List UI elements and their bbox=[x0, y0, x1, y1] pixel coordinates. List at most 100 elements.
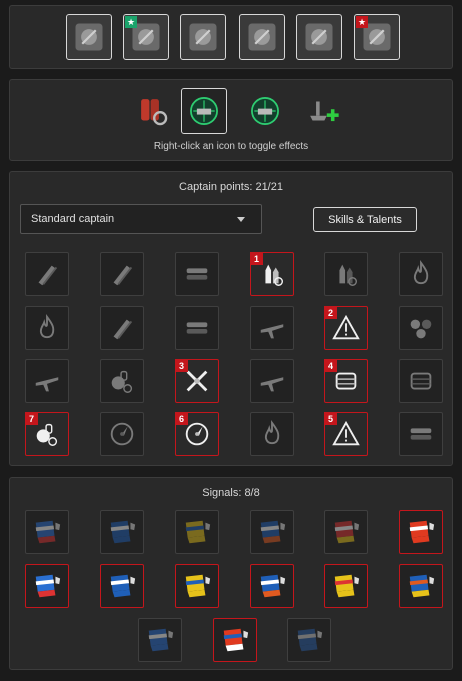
skill-order-badge: 7 bbox=[25, 412, 38, 425]
consumable-slot[interactable] bbox=[242, 88, 288, 134]
skill-slot[interactable] bbox=[399, 252, 443, 296]
hydroacoustic-search-icon bbox=[190, 97, 218, 125]
upgrade-slot[interactable] bbox=[239, 14, 285, 60]
star-icon: ★ bbox=[125, 16, 137, 28]
skill-slot[interactable] bbox=[100, 252, 144, 296]
skill-slot[interactable] bbox=[100, 359, 144, 403]
flag-blue-red-icon bbox=[409, 574, 435, 598]
signal-slot[interactable] bbox=[175, 510, 219, 554]
main-battery-upgrade-icon bbox=[75, 23, 103, 51]
flag-yellow-blue-icon bbox=[185, 520, 211, 544]
flag-blue-grey-icon bbox=[297, 628, 323, 652]
torpedo-armament-icon bbox=[410, 428, 432, 440]
consumable-specialist-icon bbox=[111, 370, 133, 393]
signals-panel: Signals: 8/8 bbox=[9, 477, 453, 670]
skill-slot[interactable] bbox=[250, 306, 294, 350]
upgrade-slot[interactable] bbox=[180, 14, 226, 60]
consumable-slot[interactable] bbox=[181, 88, 227, 134]
skill-slot[interactable] bbox=[250, 412, 294, 456]
signal-slot[interactable] bbox=[324, 564, 368, 608]
upgrade-slot[interactable]: ★ bbox=[354, 14, 400, 60]
signal-slot[interactable] bbox=[399, 510, 443, 554]
skill-slot[interactable] bbox=[175, 306, 219, 350]
concealment-icon bbox=[110, 422, 134, 446]
flag-red-diagonal-icon bbox=[334, 520, 360, 544]
captain-select[interactable]: Standard captain bbox=[20, 204, 262, 234]
signal-slot[interactable] bbox=[250, 564, 294, 608]
skill-slot[interactable] bbox=[399, 359, 443, 403]
flag-yellow-red-icon bbox=[334, 574, 360, 598]
skill-slot[interactable] bbox=[250, 359, 294, 403]
flag-checkered-blue-icon bbox=[35, 520, 61, 544]
consumables-hint: Right-click an icon to toggle effects bbox=[153, 141, 309, 152]
skills-talents-button[interactable]: Skills & Talents bbox=[313, 207, 417, 232]
main-battery-reload-icon bbox=[113, 319, 133, 340]
skill-slot[interactable]: 4 bbox=[324, 359, 368, 403]
gun-feeder-icon bbox=[38, 265, 58, 286]
signal-slot[interactable] bbox=[175, 564, 219, 608]
fire-prevention-icon bbox=[39, 313, 55, 339]
aa-defense-icon bbox=[35, 377, 59, 392]
fill-the-tubes-icon bbox=[186, 268, 208, 280]
secondary-gun-icon bbox=[410, 319, 432, 339]
manual-aa-icon bbox=[260, 377, 284, 392]
signal-slot[interactable] bbox=[399, 564, 443, 608]
skill-slot[interactable] bbox=[324, 252, 368, 296]
consumable-slot[interactable] bbox=[130, 88, 176, 134]
signal-slot[interactable] bbox=[213, 618, 257, 662]
upgrade-slot[interactable]: ★ bbox=[123, 14, 169, 60]
inertia-fuse-icon bbox=[339, 264, 358, 286]
skill-slot[interactable] bbox=[25, 306, 69, 350]
flag-blue-saltire-icon bbox=[110, 574, 136, 598]
flag-blue-white-icon bbox=[148, 628, 174, 652]
skill-slot[interactable]: 7 bbox=[25, 412, 69, 456]
signal-slot[interactable] bbox=[287, 618, 331, 662]
ship-hull-icon bbox=[410, 372, 432, 390]
skill-slot[interactable] bbox=[175, 252, 219, 296]
captain-panel: Captain points: 21/21 Standard captain S… bbox=[9, 171, 453, 466]
upgrade-slot[interactable] bbox=[66, 14, 112, 60]
chevron-down-icon bbox=[237, 217, 245, 222]
flag-blue-stripes-icon bbox=[260, 520, 286, 544]
surveillance-radar-icon bbox=[251, 97, 279, 125]
skill-slot[interactable] bbox=[399, 306, 443, 350]
skill-slot[interactable]: 3 bbox=[175, 359, 219, 403]
skill-slot[interactable]: 5 bbox=[324, 412, 368, 456]
skill-slot[interactable] bbox=[399, 412, 443, 456]
skill-slot[interactable] bbox=[100, 306, 144, 350]
grease-the-gears-icon bbox=[113, 265, 133, 286]
signal-slot[interactable] bbox=[250, 510, 294, 554]
consumable-slot[interactable] bbox=[299, 88, 345, 134]
skill-order-badge: 3 bbox=[175, 359, 188, 372]
skill-order-badge: 6 bbox=[175, 412, 188, 425]
aircraft-icon bbox=[260, 324, 284, 339]
skill-slot[interactable] bbox=[25, 359, 69, 403]
signal-slot[interactable] bbox=[324, 510, 368, 554]
damage-control-icon bbox=[141, 99, 168, 126]
skill-slot[interactable]: 6 bbox=[175, 412, 219, 456]
skill-order-badge: 4 bbox=[324, 359, 337, 372]
flag-yellow-blue-icon bbox=[185, 574, 211, 598]
signal-slot[interactable] bbox=[25, 510, 69, 554]
skill-slot[interactable] bbox=[25, 252, 69, 296]
focus-fire-icon bbox=[413, 259, 429, 285]
skill-slot[interactable]: 1 bbox=[250, 252, 294, 296]
flag-red-blue-icon bbox=[223, 628, 249, 652]
aa-fire-icon bbox=[264, 419, 280, 445]
aircraft-upgrade-icon bbox=[305, 23, 333, 51]
signal-slot[interactable] bbox=[138, 618, 182, 662]
flag-blue-saltire-icon bbox=[110, 520, 136, 544]
skill-slot[interactable]: 2 bbox=[324, 306, 368, 350]
signal-slot[interactable] bbox=[25, 564, 69, 608]
skill-order-badge: 5 bbox=[324, 412, 337, 425]
captain-select-value: Standard captain bbox=[31, 213, 115, 225]
flag-blue-stripes-icon bbox=[260, 574, 286, 598]
skill-slot[interactable] bbox=[100, 412, 144, 456]
captain-points-label: Captain points: 21/21 bbox=[179, 181, 283, 193]
repair-party-icon bbox=[310, 101, 339, 122]
star-icon: ★ bbox=[356, 16, 368, 28]
signal-slot[interactable] bbox=[100, 564, 144, 608]
upgrades-panel: ★ ★ bbox=[9, 5, 453, 69]
upgrade-slot[interactable] bbox=[296, 14, 342, 60]
signal-slot[interactable] bbox=[100, 510, 144, 554]
